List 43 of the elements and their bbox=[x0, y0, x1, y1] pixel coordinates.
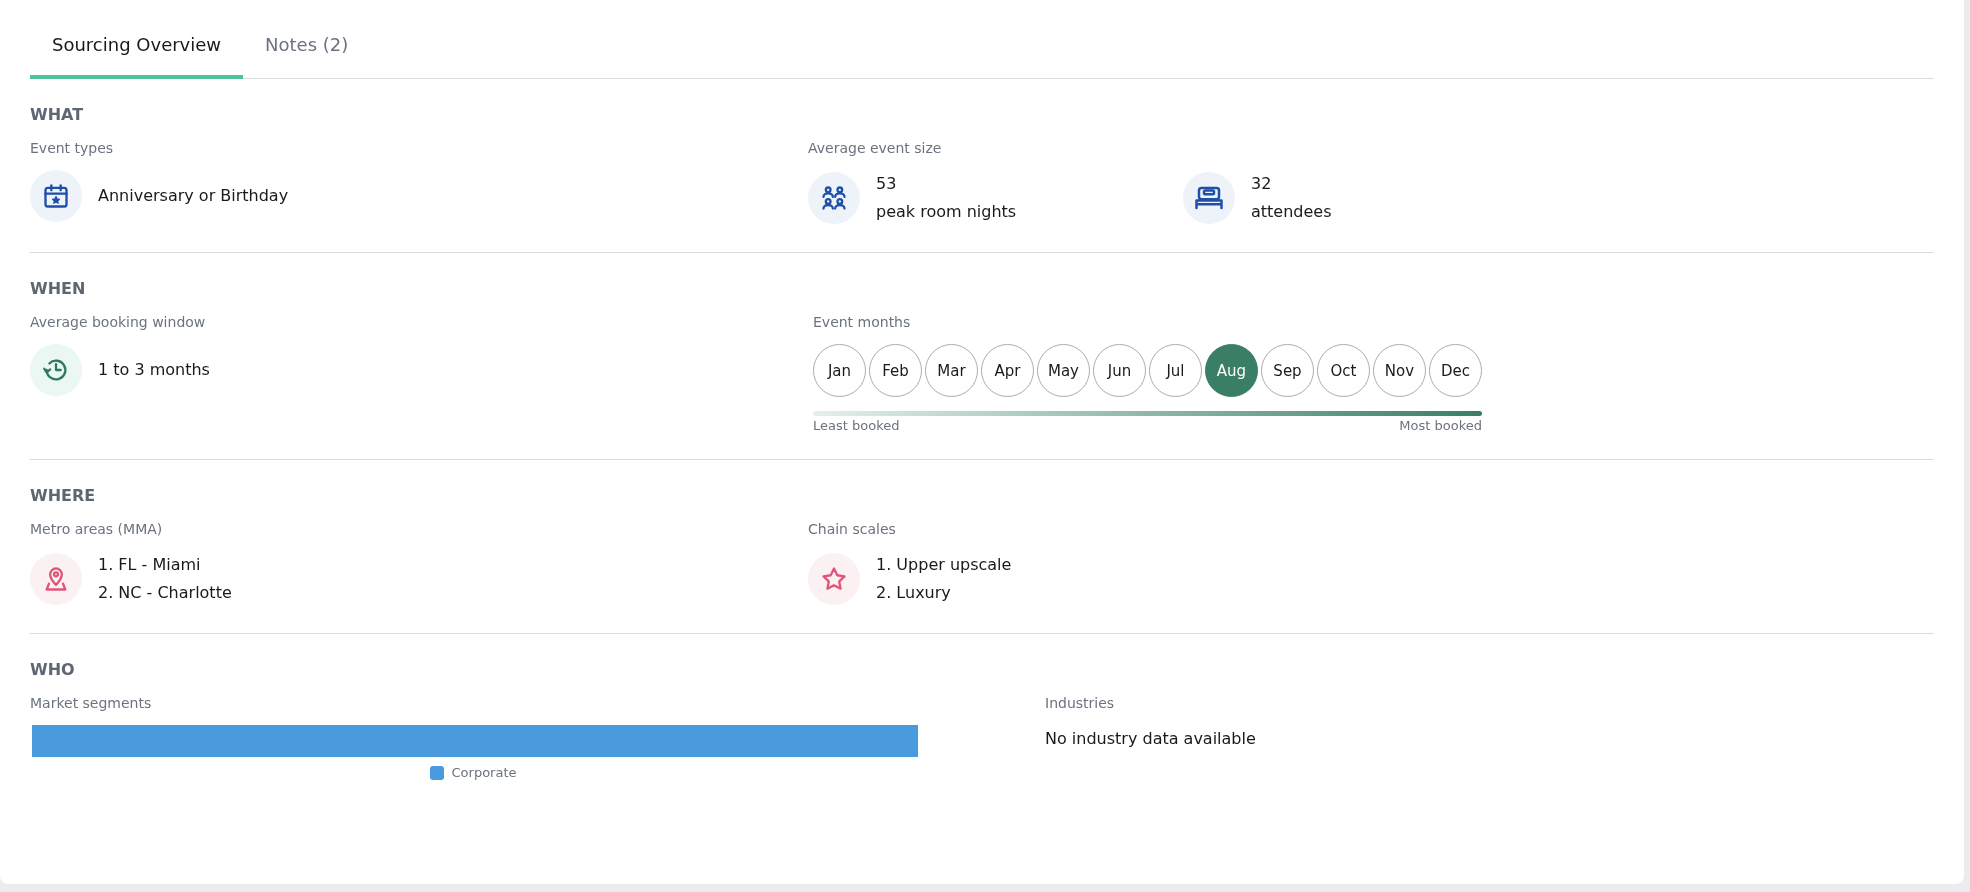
scale-label: Most booked bbox=[1399, 418, 1482, 433]
field-label: Metro areas (MMA) bbox=[30, 521, 164, 537]
tab[interactable]: Notes (2) bbox=[243, 28, 371, 79]
list-item: 2. NC - Charlotte bbox=[98, 582, 232, 604]
metric-unit: attendees bbox=[1251, 201, 1332, 223]
month-chip[interactable]: Feb bbox=[869, 344, 922, 397]
metric-value: 53 bbox=[876, 173, 898, 195]
month-chip[interactable]: May bbox=[1037, 344, 1090, 397]
field-label: Average booking window bbox=[30, 314, 207, 330]
list-item: 2. Luxury bbox=[876, 582, 952, 604]
month-chip[interactable]: Dec bbox=[1429, 344, 1482, 397]
field-value: Anniversary or Birthday bbox=[98, 185, 289, 207]
field-label: Event months bbox=[813, 314, 912, 330]
people-icon bbox=[820, 184, 848, 212]
star-icon bbox=[820, 565, 848, 593]
metric-unit: peak room nights bbox=[876, 201, 1017, 223]
metric-value: 32 bbox=[1251, 173, 1273, 195]
month-chip[interactable]: Apr bbox=[981, 344, 1034, 397]
field-label: Event types bbox=[30, 140, 115, 156]
section-title: WHAT bbox=[30, 105, 85, 124]
month-chip[interactable]: Sep bbox=[1261, 344, 1314, 397]
field-label: Average event size bbox=[808, 140, 943, 156]
tab[interactable]: Sourcing Overview bbox=[30, 28, 244, 79]
list-item: 1. Upper upscale bbox=[876, 554, 1012, 576]
list-item: 1. FL - Miami bbox=[98, 554, 202, 576]
section-title: WHO bbox=[30, 660, 76, 679]
field-value: 1 to 3 months bbox=[98, 359, 210, 381]
legend-label: Corporate bbox=[451, 765, 517, 780]
field-label: Market segments bbox=[30, 695, 153, 711]
scale-label: Least booked bbox=[813, 418, 900, 433]
month-chip[interactable]: Aug bbox=[1205, 344, 1258, 397]
month-chip[interactable]: Oct bbox=[1317, 344, 1370, 397]
field-label: Chain scales bbox=[808, 521, 897, 537]
section-title: WHEN bbox=[30, 279, 87, 298]
section-title: WHERE bbox=[30, 486, 97, 505]
field-label: Industries bbox=[1045, 695, 1116, 711]
empty-message: No industry data available bbox=[1045, 728, 1257, 750]
month-chip[interactable]: Nov bbox=[1373, 344, 1426, 397]
calendar-icon bbox=[42, 182, 70, 210]
month-chip[interactable]: Mar bbox=[925, 344, 978, 397]
month-chip[interactable]: Jul bbox=[1149, 344, 1202, 397]
month-chip[interactable]: Jun bbox=[1093, 344, 1146, 397]
month-chip[interactable]: Jan bbox=[813, 344, 866, 397]
